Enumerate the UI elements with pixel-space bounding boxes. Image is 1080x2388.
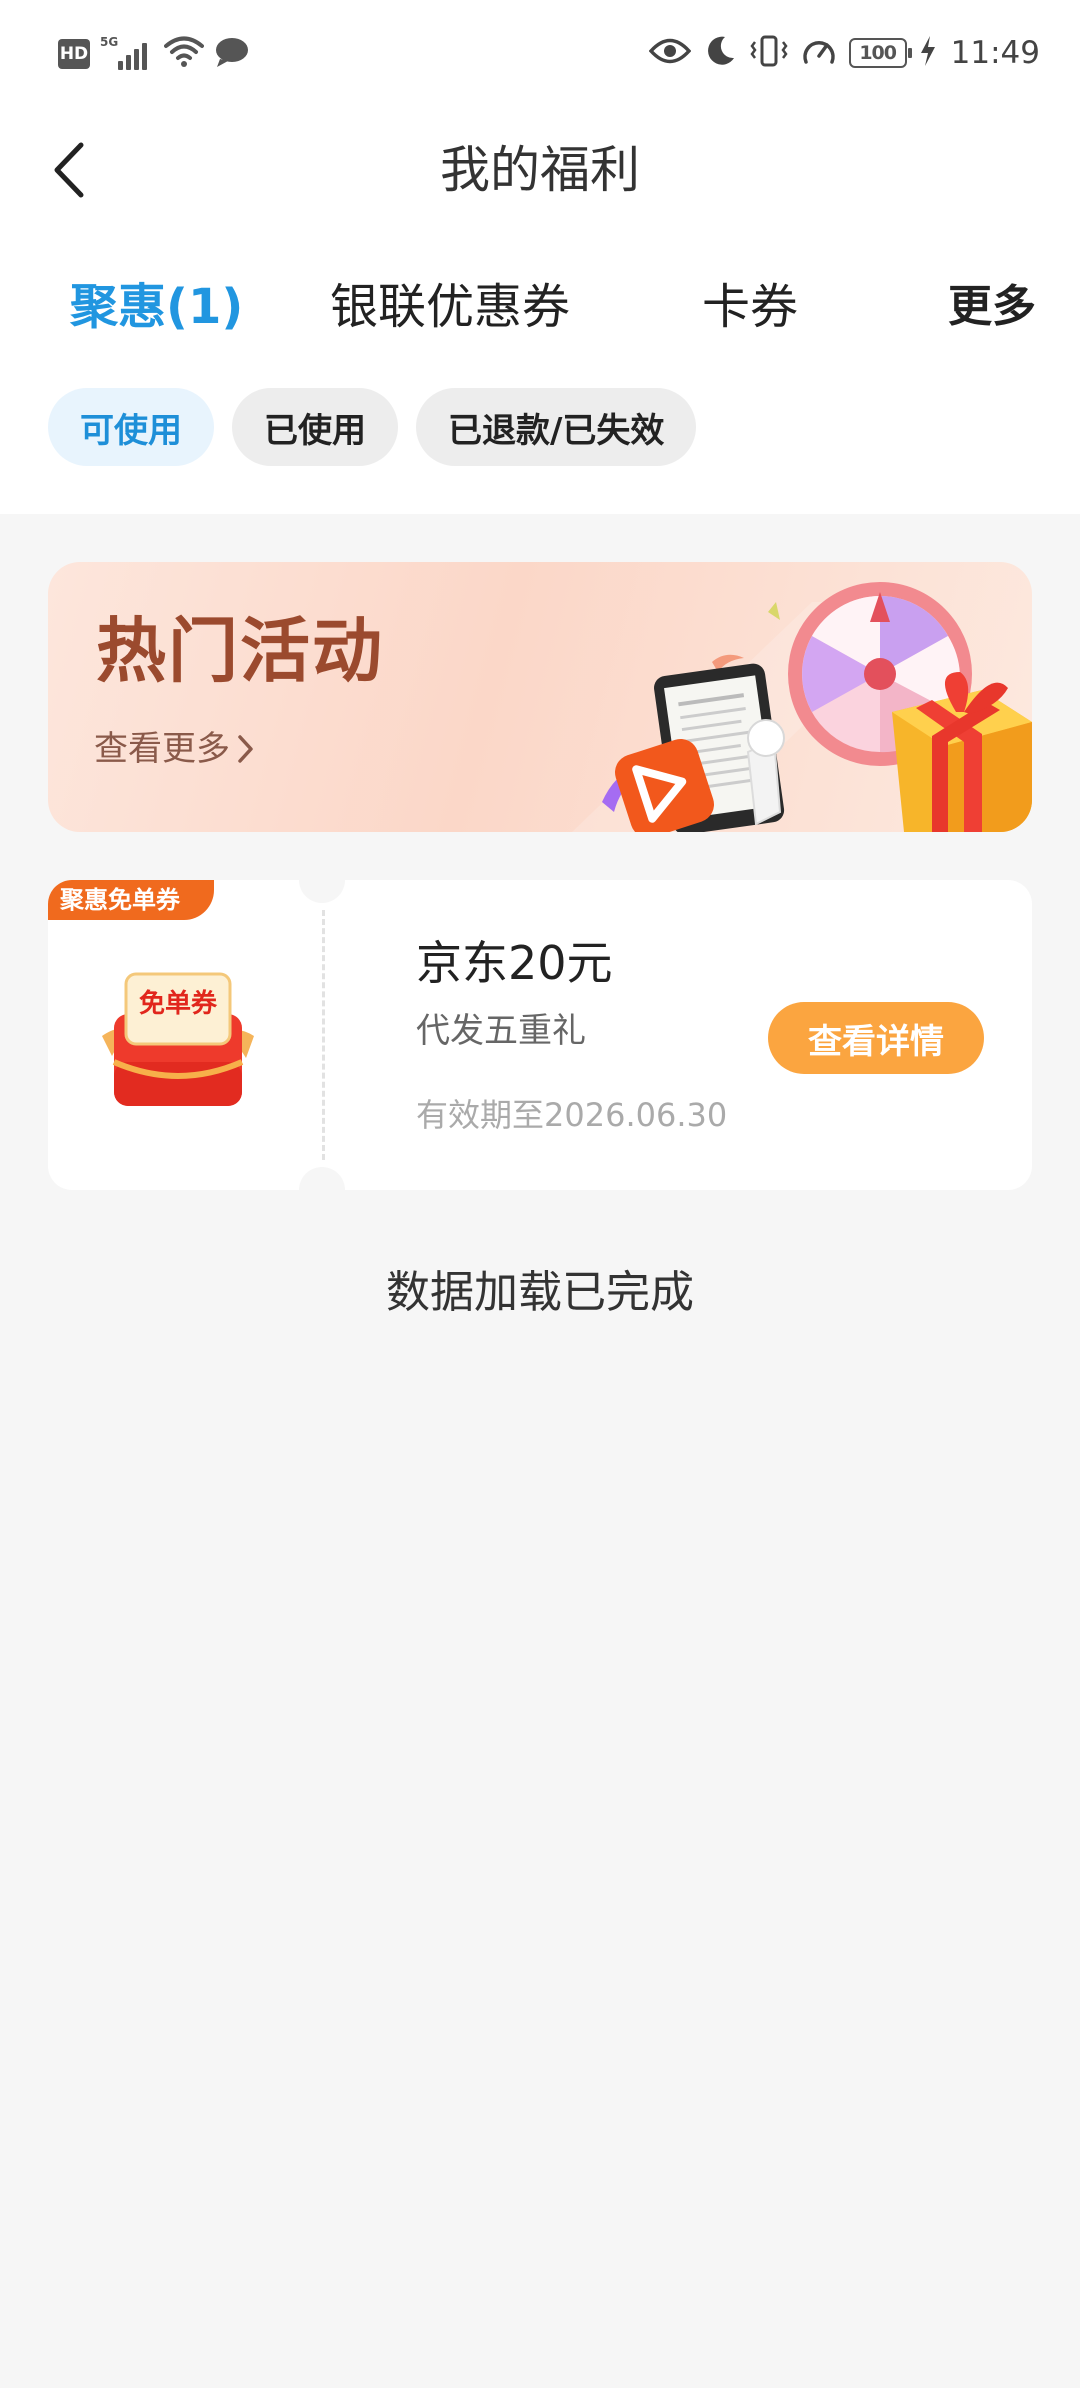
tab-unionpay-coupons[interactable]: 银联优惠券 — [330, 272, 570, 342]
filter-used[interactable]: 已使用 — [232, 388, 398, 466]
status-bar: HD 5G 100 11:49 — [0, 0, 1080, 108]
hot-activity-banner[interactable]: 热门活动 查看更多 — [48, 562, 1032, 832]
battery-icon: 100 — [848, 38, 912, 68]
hd-badge: HD — [58, 39, 90, 69]
coupon-card[interactable]: 聚惠免单券 免单券 京东20元 代发五重礼 有效期至2026.06.30 查看详… — [48, 857, 1032, 1213]
load-complete-text: 数据加载已完成 — [386, 1267, 694, 1318]
message-icon — [214, 35, 250, 73]
banner-more-link[interactable]: 查看更多 — [94, 724, 256, 774]
banner-title: 热门活动 — [96, 610, 384, 692]
tab-more[interactable]: 更多 — [948, 272, 1036, 342]
tab-cards[interactable]: 卡券 — [702, 272, 798, 342]
category-tabs: 聚惠(1) 银联优惠券 卡券 更多 — [0, 262, 1080, 352]
eye-icon — [648, 36, 692, 70]
banner-illustration — [572, 582, 1032, 832]
page-title: 我的福利 — [440, 141, 640, 199]
tab-juhui[interactable]: 聚惠(1) — [70, 272, 243, 342]
battery-level: 100 — [859, 42, 897, 64]
coupon-notch-bottom — [299, 1167, 345, 1213]
coupon-subtitle: 代发五重礼 — [416, 1011, 586, 1051]
coupon-title: 京东20元 — [416, 936, 613, 990]
charging-icon — [919, 35, 937, 71]
wifi-icon — [164, 35, 204, 73]
status-left: HD 5G — [58, 34, 250, 74]
coupon-notch-top — [299, 857, 345, 903]
network-type-label: 5G — [100, 35, 119, 49]
red-packet-icon: 免单券 — [98, 970, 258, 1110]
red-packet-label: 免单券 — [138, 989, 217, 1019]
speed-gauge-icon — [801, 34, 837, 72]
banner-more-label: 查看更多 — [94, 729, 230, 769]
coupon-divider — [322, 910, 325, 1160]
status-time: 11:49 — [950, 35, 1040, 71]
top-panel: HD 5G 100 11:49 我的福利 聚惠(1) 银联优惠券 卡券 更多 可… — [0, 0, 1080, 514]
status-right: 100 11:49 — [648, 30, 1040, 76]
filter-available[interactable]: 可使用 — [48, 388, 214, 466]
view-details-button[interactable]: 查看详情 — [768, 1002, 984, 1074]
chevron-right-icon — [238, 735, 253, 763]
filter-refunded-expired[interactable]: 已退款/已失效 — [416, 388, 697, 466]
filter-chips: 可使用 已使用 已退款/已失效 — [48, 388, 697, 466]
cell-signal-icon: 5G — [100, 36, 154, 72]
vibrate-icon — [749, 34, 789, 72]
nav-bar: 我的福利 — [0, 120, 1080, 220]
moon-icon — [703, 34, 737, 72]
coupon-type-badge: 聚惠免单券 — [48, 880, 214, 920]
coupon-validity: 有效期至2026.06.30 — [416, 1096, 728, 1134]
